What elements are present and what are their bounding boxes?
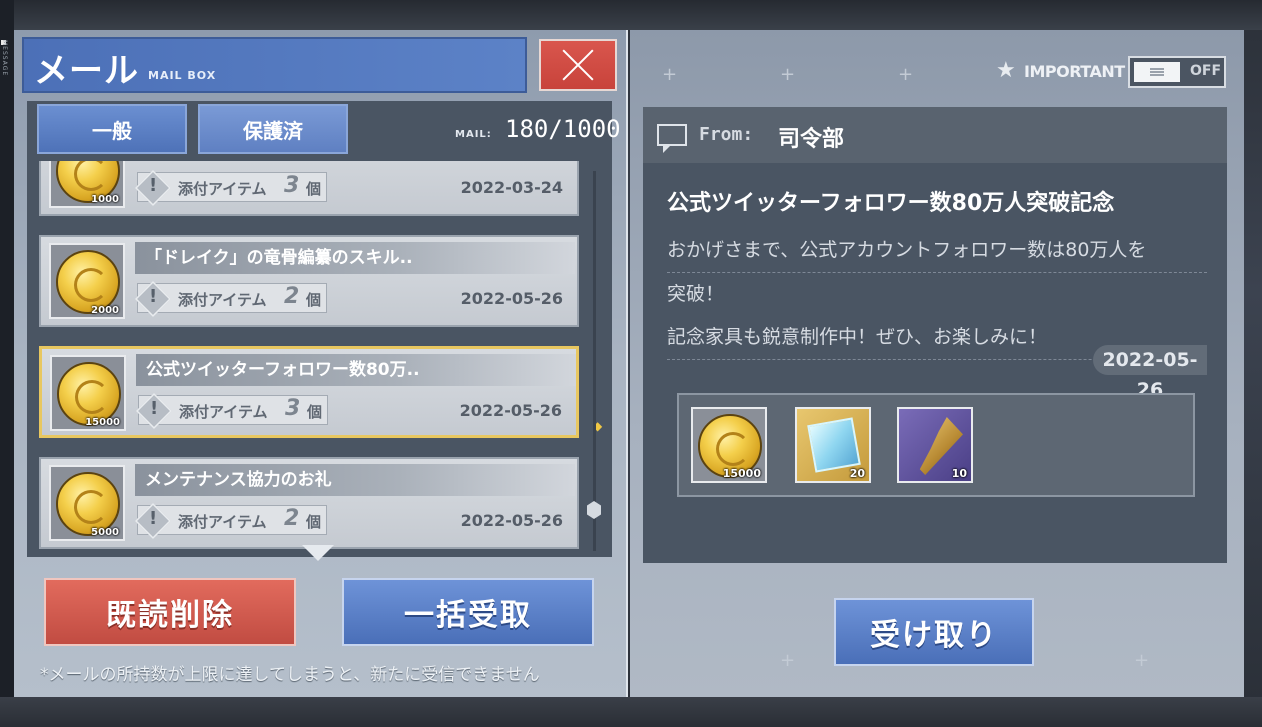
mail-list[interactable]: 1000 ! 添付アイテム 3 個 2022-03-24 2000 「ドレイク」… bbox=[27, 161, 582, 557]
attachment-label: 添付アイテム bbox=[178, 180, 267, 198]
ice-cube-icon bbox=[807, 417, 861, 473]
attachment-count: 3 bbox=[285, 396, 301, 421]
reward-quantity: 1000 bbox=[91, 194, 119, 205]
mail-list-item-selected[interactable]: 15000 公式ツイッターフォロワー数80万.. ! 添付アイテム 3 個 20… bbox=[39, 346, 579, 438]
mail-list-item[interactable]: 1000 ! 添付アイテム 3 個 2022-03-24 bbox=[39, 161, 579, 216]
mail-reward-thumbnail: 15000 bbox=[50, 355, 126, 431]
mail-body-line: おかげさまで、公式アカウントフォロワー数は80万人を bbox=[667, 229, 1207, 273]
mail-detail-date: 2022-05-26 bbox=[1093, 345, 1207, 401]
attachment-count: 2 bbox=[284, 506, 300, 531]
reward-item[interactable]: 15000 bbox=[691, 407, 767, 483]
reward-quantity: 20 bbox=[849, 467, 865, 480]
mail-detail-panel: + + + + + ★ IMPORTANT OFF From: 司令部 公式ツイ… bbox=[630, 30, 1244, 697]
toggle-knob bbox=[1134, 62, 1180, 82]
exclamation-mark: ! bbox=[150, 398, 159, 419]
attachment-label: 添付アイテム bbox=[178, 291, 267, 309]
decor-plus-icon: + bbox=[662, 64, 678, 85]
important-toggle[interactable]: OFF bbox=[1128, 56, 1226, 88]
mail-date: 2022-03-24 bbox=[460, 178, 563, 197]
toggle-state: OFF bbox=[1190, 63, 1222, 79]
mail-date: 2022-05-26 bbox=[460, 511, 563, 530]
reward-quantity: 5000 bbox=[91, 527, 119, 538]
page-title: メール bbox=[34, 51, 139, 91]
reward-list: 15000 20 10 bbox=[677, 393, 1195, 497]
mail-list-item[interactable]: 2000 「ドレイク」の竜骨編纂のスキル.. ! 添付アイテム 2 個 2022… bbox=[39, 235, 579, 327]
attachment-info: ! 添付アイテム 2 個 bbox=[134, 280, 327, 318]
decor-plus-icon: + bbox=[898, 64, 914, 85]
close-button[interactable] bbox=[539, 39, 617, 91]
background-top bbox=[0, 0, 1262, 30]
side-vertical-label: MESSAGE bbox=[1, 40, 8, 77]
mail-limit-notice: *メールの所持数が上限に達してしまうと、新たに受信できません bbox=[40, 665, 540, 685]
receive-button[interactable]: 受け取り bbox=[834, 598, 1034, 666]
exclamation-mark: ! bbox=[149, 508, 158, 529]
receive-all-button[interactable]: 一括受取 bbox=[342, 578, 594, 646]
reward-item[interactable]: 10 bbox=[897, 407, 973, 483]
mail-count-value: 180/1000 bbox=[505, 115, 621, 143]
mailbox-title-bar: メール MAIL BOX bbox=[22, 37, 527, 93]
attachment-label: 添付アイテム bbox=[178, 513, 267, 531]
tab-general[interactable]: 一般 bbox=[37, 104, 187, 154]
reward-quantity: 10 bbox=[951, 467, 967, 480]
mail-body: おかげさまで、公式アカウントフォロワー数は80万人を 突破！ 記念家具も鋭意制作… bbox=[667, 229, 1207, 360]
from-name: 司令部 bbox=[778, 127, 845, 152]
attachment-info: ! 添付アイテム 3 個 bbox=[135, 392, 328, 430]
decor-plus-icon: + bbox=[780, 64, 796, 85]
reward-quantity: 2000 bbox=[91, 305, 119, 316]
attachment-count: 2 bbox=[284, 284, 300, 309]
speech-bubble-icon bbox=[657, 124, 687, 153]
attachment-info: ! 添付アイテム 3 個 bbox=[134, 169, 327, 207]
from-label: From: bbox=[699, 124, 754, 145]
background-side bbox=[0, 0, 14, 727]
attachment-info: ! 添付アイテム 2 個 bbox=[134, 502, 327, 540]
mail-date: 2022-05-26 bbox=[460, 289, 563, 308]
tab-protected[interactable]: 保護済 bbox=[198, 104, 348, 154]
from-bar: From: 司令部 bbox=[643, 107, 1227, 163]
attachment-unit: 個 bbox=[306, 513, 322, 531]
decor-plus-icon: + bbox=[780, 650, 796, 671]
reward-item[interactable]: 20 bbox=[795, 407, 871, 483]
attachment-unit: 個 bbox=[307, 403, 323, 421]
exclamation-mark: ! bbox=[149, 286, 158, 307]
scrollbar-thumb[interactable] bbox=[587, 501, 601, 519]
mail-list-frame: 一般 保護済 MAIL: 180/1000 1000 ! 添付アイテム 3 個 … bbox=[27, 101, 621, 557]
page-subtitle: MAIL BOX bbox=[148, 69, 217, 82]
mail-title: 公式ツイッターフォロワー数80万人突破記念 bbox=[667, 191, 1115, 216]
attachment-count: 3 bbox=[284, 173, 300, 198]
mail-count-label: MAIL: bbox=[455, 129, 492, 140]
star-icon: ★ bbox=[996, 58, 1016, 83]
mail-detail: From: 司令部 公式ツイッターフォロワー数80万人突破記念 おかげさまで、公… bbox=[643, 107, 1227, 563]
mail-reward-thumbnail: 5000 bbox=[49, 465, 125, 541]
mail-reward-thumbnail: 2000 bbox=[49, 243, 125, 319]
mail-subject: 「ドレイク」の竜骨編纂のスキル.. bbox=[135, 242, 575, 274]
mail-reward-thumbnail: 1000 bbox=[49, 161, 125, 208]
important-label: IMPORTANT bbox=[1024, 62, 1125, 81]
scrollbar-track[interactable] bbox=[593, 171, 596, 551]
close-icon bbox=[561, 48, 595, 82]
attachment-unit: 個 bbox=[306, 180, 322, 198]
mail-date: 2022-05-26 bbox=[459, 401, 562, 420]
attachment-label: 添付アイテム bbox=[179, 403, 268, 421]
exclamation-mark: ! bbox=[149, 175, 158, 196]
background-bottom bbox=[0, 697, 1262, 727]
mail-list-item[interactable]: 5000 メンテナンス協力のお礼 ! 添付アイテム 2 個 2022-05-26 bbox=[39, 457, 579, 549]
reward-quantity: 15000 bbox=[85, 417, 120, 428]
reward-quantity: 15000 bbox=[722, 467, 761, 480]
decor-plus-icon: + bbox=[1134, 650, 1150, 671]
mail-body-line: 突破！ bbox=[667, 283, 725, 305]
mail-subject: 公式ツイッターフォロワー数80万.. bbox=[136, 354, 576, 386]
mailbox-panel: メール MAIL BOX 一般 保護済 MAIL: 180/1000 1000 … bbox=[14, 30, 628, 697]
mail-subject: メンテナンス協力のお礼 bbox=[135, 464, 575, 496]
attachment-unit: 個 bbox=[306, 291, 322, 309]
delete-read-button[interactable]: 既読削除 bbox=[44, 578, 296, 646]
scroll-down-arrow-icon[interactable] bbox=[302, 545, 334, 561]
menu-lines-icon bbox=[1150, 68, 1164, 76]
